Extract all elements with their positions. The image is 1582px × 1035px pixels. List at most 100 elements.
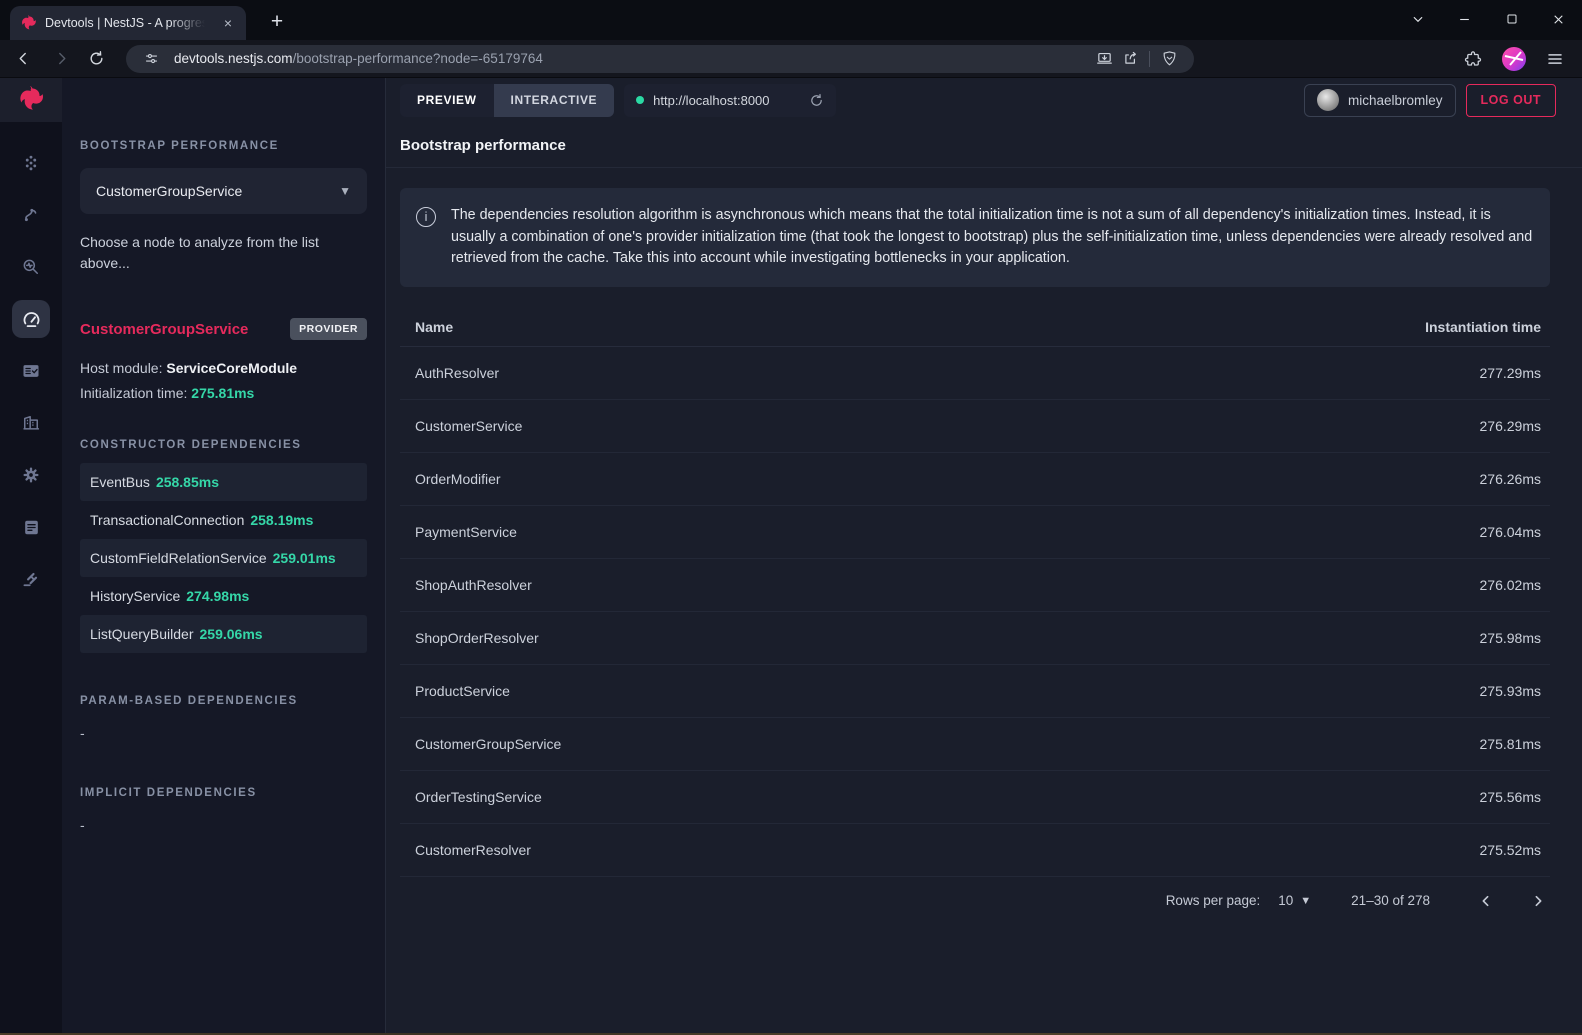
modules-icon[interactable]	[12, 404, 50, 442]
brave-shield-icon[interactable]	[1156, 46, 1182, 72]
interactive-tab[interactable]: INTERACTIVE	[494, 84, 615, 117]
dependency-time: 259.06ms	[200, 626, 263, 642]
forward-button-icon[interactable]	[44, 43, 76, 75]
username: michaelbromley	[1348, 93, 1443, 108]
info-icon: i	[416, 207, 436, 227]
row-time: 275.98ms	[1480, 630, 1541, 646]
window-controls	[1394, 0, 1582, 38]
row-time: 276.29ms	[1480, 418, 1541, 434]
implicit-deps-title: IMPLICIT DEPENDENCIES	[80, 787, 367, 799]
main-area: PREVIEW INTERACTIVE http://localhost:800…	[386, 78, 1582, 1033]
maximize-button[interactable]	[1488, 0, 1535, 38]
row-name: PaymentService	[415, 524, 517, 540]
table-row[interactable]: PaymentService 276.04ms	[400, 506, 1550, 559]
dependency-time: 274.98ms	[186, 588, 249, 604]
table-row[interactable]: OrderTestingService275.56ms	[400, 771, 1550, 824]
reload-button-icon[interactable]	[80, 43, 112, 75]
rows-per-page-label: Rows per page:	[1166, 893, 1261, 908]
row-name: CustomerService	[415, 418, 522, 434]
rows-per-page-value: 10	[1278, 893, 1293, 908]
init-time-line: Initialization time: 275.81ms	[80, 385, 367, 401]
preview-tab[interactable]: PREVIEW	[400, 84, 494, 117]
logs-icon[interactable]	[12, 508, 50, 546]
table-row[interactable]: ProductService275.93ms	[400, 665, 1550, 718]
table-row[interactable]: OrderModifier276.26ms	[400, 453, 1550, 506]
user-pill: michaelbromley	[1304, 84, 1456, 117]
table-row[interactable]: CustomerResolver275.52ms	[400, 824, 1550, 877]
new-tab-button[interactable]: +	[264, 9, 290, 35]
row-time: 277.29ms	[1480, 365, 1541, 381]
audit-icon[interactable]	[12, 352, 50, 390]
url-text: devtools.nestjs.com/bootstrap-performanc…	[174, 51, 1091, 66]
row-name: CustomerGroupService	[415, 736, 561, 752]
target-url-box[interactable]: http://localhost:8000	[624, 84, 836, 117]
refresh-target-icon[interactable]	[809, 93, 824, 108]
node-select[interactable]: CustomerGroupService ▼	[80, 168, 367, 214]
dependency-item[interactable]: EventBus 258.85ms	[80, 463, 367, 501]
nestjs-logo[interactable]	[0, 78, 62, 122]
site-settings-icon[interactable]	[138, 46, 164, 72]
logout-button[interactable]: LOG OUT	[1466, 84, 1556, 117]
rows-per-page-select[interactable]: 10 ▼	[1278, 893, 1311, 908]
tab-close-icon[interactable]: ×	[218, 13, 238, 33]
dependency-item[interactable]: ListQueryBuilder 259.06ms	[80, 615, 367, 653]
performance-gauge-icon[interactable]	[12, 300, 50, 338]
url-path: /bootstrap-performance?node=-65179764	[293, 51, 543, 66]
settings-gear-icon[interactable]	[12, 456, 50, 494]
table-row[interactable]: AuthResolver277.29ms	[400, 347, 1550, 400]
column-instantiation-time: Instantiation time	[1425, 319, 1541, 335]
row-name: ShopAuthResolver	[415, 577, 532, 593]
row-name: ShopOrderResolver	[415, 630, 539, 646]
table-row[interactable]: ShopAuthResolver276.02ms	[400, 559, 1550, 612]
user-avatar	[1317, 89, 1339, 111]
row-name: OrderTestingService	[415, 789, 542, 805]
dependency-name: CustomFieldRelationService	[90, 550, 267, 566]
install-app-icon[interactable]	[1091, 46, 1117, 72]
table-row[interactable]: CustomerService 276.29ms	[400, 400, 1550, 453]
table-row[interactable]: ShopOrderResolver 275.98ms	[400, 612, 1550, 665]
row-time: 275.81ms	[1480, 736, 1541, 752]
row-time: 276.04ms	[1480, 524, 1541, 540]
node-name: CustomerGroupService	[80, 321, 248, 338]
actions-gavel-icon[interactable]	[12, 560, 50, 598]
url-domain: devtools.nestjs.com	[174, 51, 293, 66]
share-icon[interactable]	[1117, 46, 1143, 72]
page-range: 21–30 of 278	[1351, 893, 1430, 908]
next-page-button[interactable]	[1526, 889, 1550, 913]
dependency-item[interactable]: HistoryService 274.98ms	[80, 577, 367, 615]
routes-icon[interactable]	[12, 196, 50, 234]
graph-icon[interactable]	[12, 144, 50, 182]
table-row[interactable]: CustomerGroupService 275.81ms	[400, 718, 1550, 771]
target-url: http://localhost:8000	[653, 93, 800, 108]
bootstrap-panel: BOOTSTRAP PERFORMANCE CustomerGroupServi…	[62, 78, 386, 1033]
icon-rail	[0, 78, 62, 1033]
dependency-time: 259.01ms	[273, 550, 336, 566]
back-button-icon[interactable]	[8, 43, 40, 75]
menu-icon[interactable]	[1542, 46, 1568, 72]
info-text: The dependencies resolution algorithm is…	[451, 205, 1534, 270]
inspect-icon[interactable]	[12, 248, 50, 286]
minimize-button[interactable]	[1441, 0, 1488, 38]
row-name: OrderModifier	[415, 471, 501, 487]
profile-avatar[interactable]	[1501, 46, 1527, 72]
address-bar[interactable]: devtools.nestjs.com/bootstrap-performanc…	[126, 45, 1194, 73]
mode-toggle: PREVIEW INTERACTIVE	[400, 84, 614, 117]
rail-items	[12, 144, 50, 598]
extensions-icon[interactable]	[1460, 46, 1486, 72]
constructor-deps-title: CONSTRUCTOR DEPENDENCIES	[80, 439, 367, 451]
info-box: i The dependencies resolution algorithm …	[400, 188, 1550, 287]
dependency-item[interactable]: TransactionalConnection 258.19ms	[80, 501, 367, 539]
toolbar-right-cluster	[1460, 46, 1568, 72]
tab-strip: Devtools | NestJS - A progressive × +	[0, 0, 1582, 40]
performance-table: Name Instantiation time AuthResolver277.…	[400, 309, 1550, 877]
dependency-name: EventBus	[90, 474, 150, 490]
previous-page-button[interactable]	[1474, 889, 1498, 913]
browser-tab[interactable]: Devtools | NestJS - A progressive ×	[10, 6, 246, 40]
tab-search-chevron-icon[interactable]	[1394, 0, 1441, 38]
node-select-value: CustomerGroupService	[96, 183, 242, 199]
dependency-time: 258.85ms	[156, 474, 219, 490]
dependency-item[interactable]: CustomFieldRelationService 259.01ms	[80, 539, 367, 577]
param-deps-empty: -	[80, 725, 367, 741]
close-window-button[interactable]	[1535, 0, 1582, 38]
dependency-time: 258.19ms	[250, 512, 313, 528]
